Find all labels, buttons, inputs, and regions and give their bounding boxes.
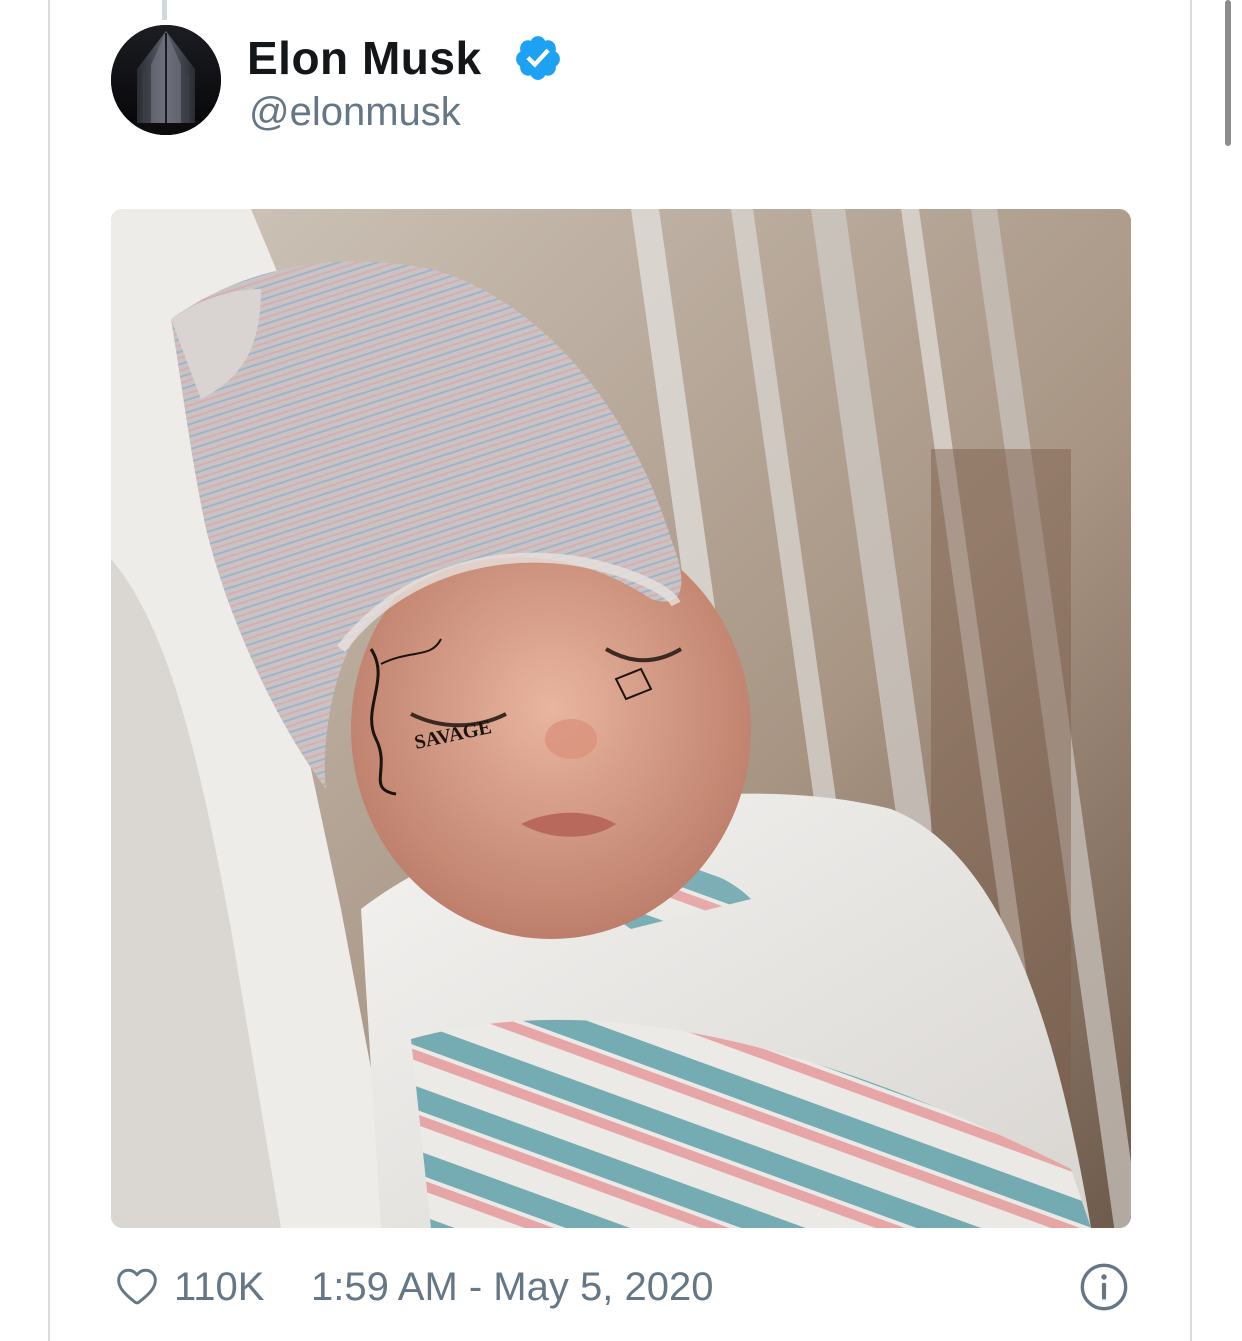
scrollbar[interactable] <box>1222 0 1234 150</box>
tweet-timestamp[interactable]: 1:59 AM - May 5, 2020 <box>311 1262 713 1312</box>
tweet-embed-page: Elon Musk @elonmusk SAVAGE 110K 1:59 AM … <box>0 0 1242 1341</box>
baby-photo-image: SAVAGE <box>111 209 1131 1228</box>
verified-badge-icon <box>516 36 560 80</box>
scrollbar-thumb[interactable] <box>1225 0 1231 146</box>
author-avatar[interactable] <box>111 25 221 135</box>
tweet-photo[interactable]: SAVAGE <box>111 209 1131 1228</box>
card-border-right <box>1190 0 1192 1341</box>
author-name[interactable]: Elon Musk <box>247 30 482 86</box>
info-icon[interactable] <box>1079 1262 1129 1312</box>
thread-connector-line <box>162 0 167 20</box>
heart-icon[interactable] <box>115 1264 159 1308</box>
avatar-image <box>111 25 221 135</box>
card-border-left <box>48 0 50 1341</box>
like-count[interactable]: 110K <box>174 1262 264 1312</box>
author-handle[interactable]: @elonmusk <box>249 88 461 136</box>
tweet-footer: 110K 1:59 AM - May 5, 2020 <box>111 1258 1131 1318</box>
